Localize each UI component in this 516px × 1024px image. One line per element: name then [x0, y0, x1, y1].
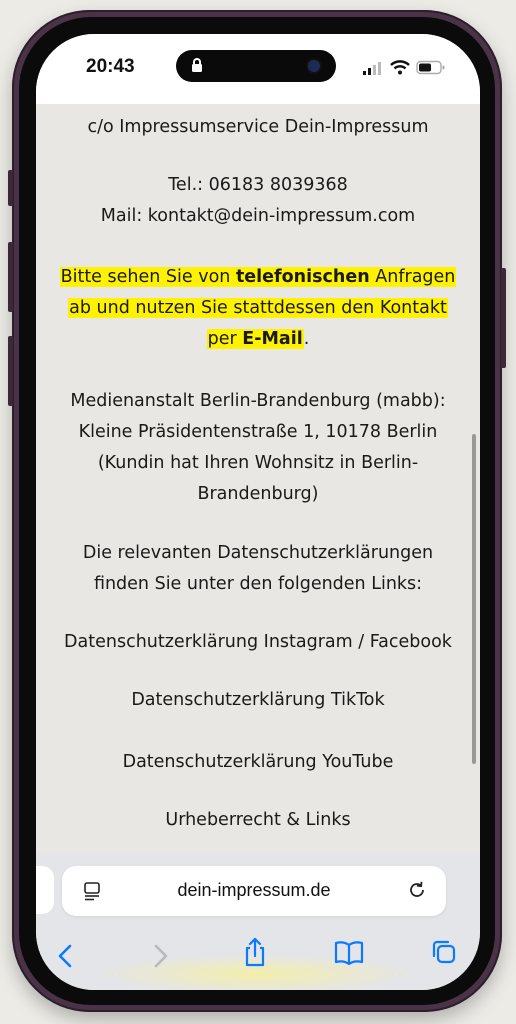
notice-line-3: per E-Mail.: [36, 324, 480, 355]
action-button: [8, 170, 13, 206]
phone-number-line: Tel.: 06183 8039368: [168, 175, 348, 195]
page-content: c/o Impressumservice Dein-Impressum Tel.…: [36, 104, 480, 854]
wifi-icon: [390, 60, 410, 79]
forward-icon[interactable]: [148, 942, 172, 974]
notice-line-1: Bitte sehen Sie von telefonischen Anfrag…: [36, 262, 480, 293]
media-authority-line: Medienanstalt Berlin-Brandenburg (mabb):: [70, 391, 446, 411]
residence-note-line-1: (Kundin hat Ihren Wohnsitz in Berlin-: [97, 453, 419, 473]
notice-period: .: [303, 329, 310, 349]
previous-tab-peek[interactable]: [36, 866, 54, 914]
email-line: Mail: kontakt@dein-impressum.com: [100, 206, 416, 226]
browser-bottom-bar: dein-impressum.de: [36, 854, 480, 990]
lock-icon: [190, 57, 204, 77]
back-icon[interactable]: [54, 942, 78, 974]
scroll-indicator[interactable]: [472, 434, 476, 764]
status-time: 20:43: [86, 56, 135, 77]
share-icon[interactable]: [242, 936, 268, 972]
notice-highlight: Bitte sehen Sie von telefonischen Anfrag…: [59, 267, 457, 287]
notice-text: Bitte sehen Sie von: [60, 267, 236, 287]
residence-note-line-2: Brandenburg): [197, 484, 319, 504]
front-camera: [308, 60, 320, 72]
notice-text: Anfragen: [369, 267, 456, 287]
notice-highlight: per E-Mail: [206, 329, 304, 349]
media-authority-address: Kleine Präsidentenstraße 1, 10178 Berlin: [78, 422, 438, 442]
volume-up-button: [8, 242, 13, 312]
privacy-intro-line-1: Die relevanten Datenschutzerklärungen: [82, 543, 434, 563]
bookmarks-icon[interactable]: [334, 940, 364, 970]
address-bar[interactable]: dein-impressum.de: [62, 866, 446, 916]
notice-bold-phone: telefonischen: [235, 267, 370, 287]
screen: 20:43 c/o Impressumservice Dein-Impressu…: [36, 34, 480, 990]
notice-highlight: ab und nutzen Sie stattdessen den Kontak…: [68, 298, 448, 318]
volume-down-button: [8, 336, 13, 406]
battery-icon: [416, 60, 446, 79]
dynamic-island: [176, 50, 336, 82]
notice-bold-email: E-Mail: [242, 329, 303, 349]
notice-text: per: [207, 329, 243, 349]
link-copyright[interactable]: Urheberrecht & Links: [36, 805, 480, 836]
notice-line-2: ab und nutzen Sie stattdessen den Kontak…: [36, 293, 480, 324]
reload-icon[interactable]: [406, 879, 428, 905]
browser-toolbar: [36, 932, 480, 982]
tabs-icon[interactable]: [430, 938, 458, 970]
status-icons: [362, 60, 446, 79]
address-co-line: c/o Impressumservice Dein-Impressum: [87, 117, 429, 137]
privacy-intro-line-2: finden Sie unter den folgenden Links:: [93, 574, 423, 594]
link-privacy-tiktok[interactable]: Datenschutzerklärung TikTok: [36, 685, 480, 716]
link-privacy-instagram-facebook[interactable]: Datenschutzerklärung Instagram / Faceboo…: [36, 627, 480, 658]
power-button: [501, 268, 506, 368]
cellular-signal-icon: [362, 60, 384, 79]
link-privacy-youtube[interactable]: Datenschutzerklärung YouTube: [36, 747, 480, 778]
url-text[interactable]: dein-impressum.de: [62, 880, 446, 901]
status-bar: 20:43: [36, 34, 480, 104]
